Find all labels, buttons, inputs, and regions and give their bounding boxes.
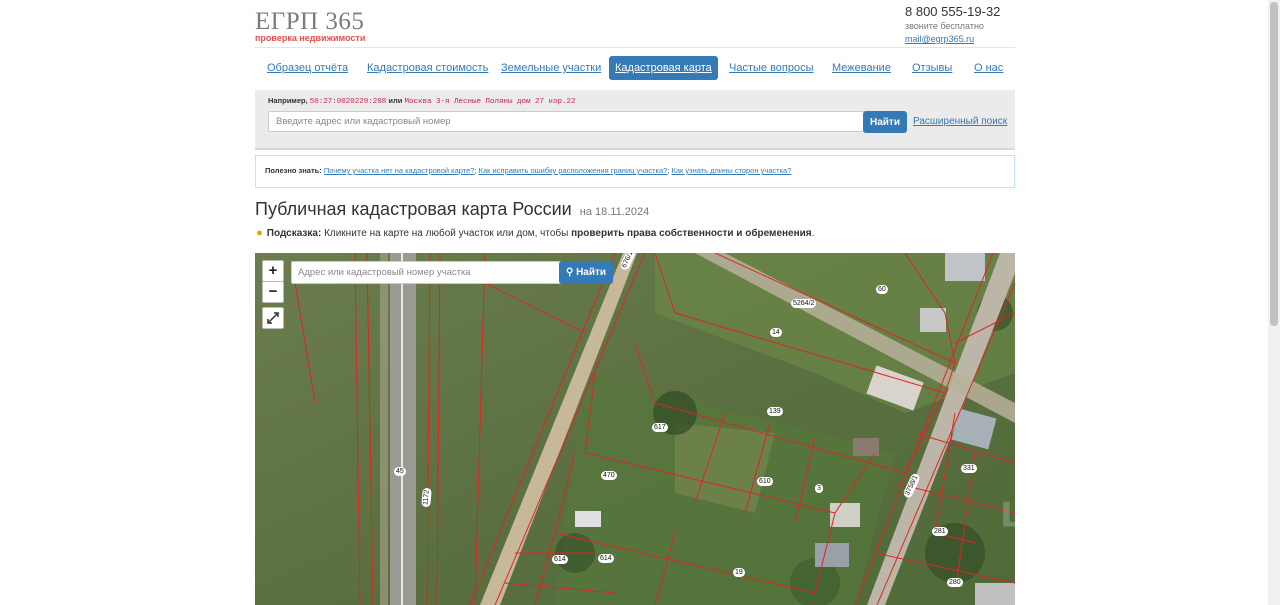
page-date: на 18.11.2024 <box>579 206 650 218</box>
logo-title[interactable]: ЕГРП 365 <box>255 8 364 36</box>
watermark: циан <box>1000 484 1015 536</box>
hint-bold: проверить права собственности и обремене… <box>571 228 812 239</box>
scrollbar[interactable] <box>1268 0 1280 605</box>
plot-label[interactable]: 614 <box>552 555 568 564</box>
hint-text: Кликните на карте на любой участок или д… <box>324 228 569 239</box>
nav-item-about[interactable]: О нас <box>974 56 1003 80</box>
example-prefix: Например, <box>268 96 308 105</box>
page-title: Публичная кадастровая карта России на 18… <box>255 199 649 220</box>
map-search-button[interactable]: ⚲ Найти <box>559 261 613 284</box>
plot-label[interactable]: 614 <box>598 554 614 563</box>
search-panel: Например, 50:27:0020229:208 или Москва 3… <box>255 90 1015 150</box>
nav-item-surveying[interactable]: Межевание <box>832 56 891 80</box>
plot-label[interactable]: 19 <box>733 568 745 577</box>
email-link[interactable]: mail@egrp365.ru <box>905 34 1005 44</box>
example-address[interactable]: Москва 3-я Лесные Поляны дом 27 кор.22 <box>405 98 576 106</box>
phone-number[interactable]: 8 800 555-19-32 <box>905 4 1005 19</box>
map-search-input[interactable] <box>291 261 562 284</box>
header-divider <box>255 47 1015 48</box>
search-input[interactable] <box>268 111 866 132</box>
nav-item-land-plots[interactable]: Земельные участки <box>501 56 601 80</box>
advanced-search-link[interactable]: Расширенный поиск <box>913 116 1007 127</box>
plot-label[interactable]: 45 <box>394 467 406 476</box>
nav-item-cadastral-value[interactable]: Кадастровая стоимость <box>367 56 488 80</box>
plot-label[interactable]: 617 <box>652 423 668 432</box>
plot-label[interactable]: 3 <box>815 484 823 493</box>
satellite-imagery[interactable] <box>255 253 1015 605</box>
fullscreen-button[interactable] <box>262 307 284 329</box>
tip-link-fix-border[interactable]: Как исправить ошибку расположения границ… <box>479 166 668 175</box>
hint-label: Подсказка: <box>266 228 322 239</box>
tip-link-side-lengths[interactable]: Как узнать длины сторон участка? <box>672 166 792 175</box>
page-title-text: Публичная кадастровая карта России <box>255 199 572 219</box>
search-button[interactable]: Найти <box>863 111 907 133</box>
plot-label[interactable]: 280 <box>947 578 963 587</box>
phone-note: звоните бесплатно <box>905 21 984 31</box>
nav-item-cadastral-map[interactable]: Кадастровая карта <box>609 56 718 80</box>
plot-label[interactable]: 60 <box>876 285 888 294</box>
zoom-in-button[interactable]: + <box>262 260 284 282</box>
plot-label[interactable]: 5264/2 <box>791 299 817 308</box>
nav-item-faq[interactable]: Частые вопросы <box>729 56 814 80</box>
hint-line: ● Подсказка: Кликните на карте на любой … <box>256 227 815 239</box>
plot-label[interactable]: 470 <box>601 471 617 480</box>
example-or: или <box>388 96 403 105</box>
nav-item-reviews[interactable]: Отзывы <box>912 56 952 80</box>
logo-subtitle: проверка недвижимости <box>255 33 366 43</box>
useful-info-box: Полезно знать: Почему участка нет на кад… <box>255 155 1015 188</box>
zoom-out-button[interactable]: − <box>262 281 284 303</box>
contact-block: 8 800 555-19-32 звоните бесплатно mail@e… <box>905 4 1005 44</box>
search-icon: ⚲ <box>565 267 574 278</box>
scrollbar-thumb[interactable] <box>1270 2 1278 326</box>
plot-label[interactable]: 610 <box>757 477 773 486</box>
lightbulb-icon: ● <box>256 227 263 239</box>
example-code[interactable]: 50:27:0020229:208 <box>310 98 387 106</box>
tip-link-missing-plot[interactable]: Почему участка нет на кадастровой карте? <box>324 166 475 175</box>
plot-label[interactable]: 331 <box>961 464 977 473</box>
main-nav: Образец отчёта Кадастровая стоимость Зем… <box>255 56 1015 80</box>
cadastral-map[interactable]: + − ⚲ Найти 60 5264/2 14 139 617 470 610… <box>255 253 1015 605</box>
nav-item-sample-report[interactable]: Образец отчёта <box>267 56 348 80</box>
plot-label[interactable]: 14 <box>770 328 782 337</box>
search-example: Например, 50:27:0020229:208 или Москва 3… <box>268 96 576 106</box>
fullscreen-icon <box>267 312 279 324</box>
plot-label[interactable]: 139 <box>767 407 783 416</box>
useful-info-label: Полезно знать: <box>265 166 322 175</box>
plot-label[interactable]: 281 <box>932 527 948 536</box>
